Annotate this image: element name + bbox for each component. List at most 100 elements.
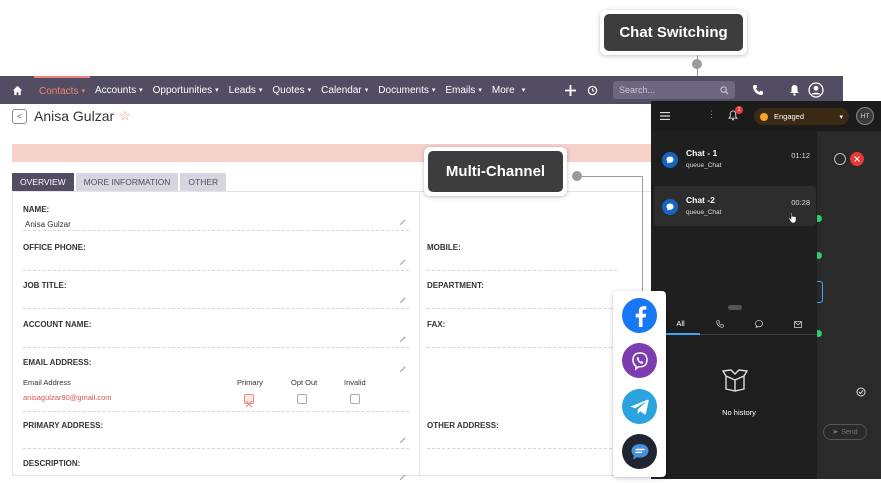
pencil-icon[interactable] xyxy=(399,296,407,304)
nav-item-accounts[interactable]: Accounts ▾ xyxy=(90,76,148,104)
pencil-icon[interactable] xyxy=(399,218,407,226)
email-label: EMAIL ADDRESS: xyxy=(23,358,92,367)
chat-toolbar: ⋮ 1 Engaged ▾ HT xyxy=(651,101,881,131)
nav-item-documents[interactable]: Documents ▾ xyxy=(373,76,440,104)
primary-column-label: Primary xyxy=(237,378,263,387)
pencil-icon[interactable] xyxy=(399,335,407,343)
splitter-handle[interactable] xyxy=(728,305,742,310)
email-field: EMAIL ADDRESS: Email Address Primary Opt… xyxy=(23,358,409,412)
phone-icon xyxy=(715,320,724,328)
fax-field: FAX: xyxy=(427,320,617,348)
pencil-icon[interactable] xyxy=(399,365,407,373)
page-title: Anisa Gulzar xyxy=(34,108,115,124)
history-tab-phone[interactable] xyxy=(700,313,739,335)
chat-queue: queue_Chat xyxy=(686,209,722,216)
email-value-link[interactable]: anisagulzar90@gmail.com xyxy=(23,393,112,402)
home-icon[interactable] xyxy=(0,76,34,104)
history-tab-chat[interactable] xyxy=(739,313,778,335)
account-name-field: ACCOUNT NAME: xyxy=(23,320,409,348)
chevron-down-icon: ▾ xyxy=(521,87,526,94)
nav-item-contacts[interactable]: Contacts ▾ xyxy=(34,76,90,104)
pencil-icon[interactable] xyxy=(399,436,407,444)
chevron-down-icon: ▾ xyxy=(478,87,482,94)
history-tabs: All xyxy=(661,313,817,335)
multi-channel-label: Multi-Channel xyxy=(428,151,563,192)
search-input[interactable]: Search... xyxy=(613,81,735,99)
facebook-icon[interactable] xyxy=(622,298,657,333)
telegram-icon[interactable] xyxy=(622,389,657,424)
chat-bubble-icon xyxy=(662,152,678,168)
history-tab-all[interactable]: All xyxy=(661,313,700,335)
multi-channel-dot xyxy=(572,171,582,181)
send-button[interactable]: ➤ Send xyxy=(823,424,867,440)
invalid-checkbox[interactable] xyxy=(350,394,360,404)
back-button[interactable]: < xyxy=(12,108,27,124)
pencil-icon[interactable] xyxy=(399,258,407,266)
primary-address-field: PRIMARY ADDRESS: xyxy=(23,421,409,449)
agent-avatar[interactable]: HT xyxy=(856,107,874,125)
group-icon[interactable] xyxy=(834,153,846,165)
check-circle-icon[interactable] xyxy=(856,387,866,397)
account-name-label: ACCOUNT NAME: xyxy=(23,320,92,329)
chat-icon xyxy=(754,320,763,328)
mail-icon xyxy=(793,320,802,328)
chevron-down-icon: ▾ xyxy=(307,87,312,94)
tab-more-information[interactable]: MORE INFORMATION xyxy=(75,173,179,191)
bell-icon[interactable] xyxy=(783,84,805,96)
status-dropdown[interactable]: Engaged ▾ xyxy=(754,108,849,125)
send-icon: ➤ xyxy=(832,429,839,436)
description-label: DESCRIPTION: xyxy=(23,459,81,468)
menu-icon[interactable] xyxy=(660,112,670,120)
chevron-down-icon: ▾ xyxy=(839,113,843,121)
status-clock-icon xyxy=(760,112,768,121)
close-chat-button[interactable] xyxy=(850,152,864,166)
chevron-down-icon: ▾ xyxy=(81,88,85,95)
nav-item-more[interactable]: More ▾ xyxy=(487,76,530,104)
chat-panel: ⋮ 1 Engaged ▾ HT Chat - 1 queue_Chat 01:… xyxy=(651,101,881,479)
invalid-column-label: Invalid xyxy=(344,378,366,387)
close-icon xyxy=(854,156,860,162)
tab-other[interactable]: OTHER xyxy=(180,173,227,191)
record-tabs: OVERVIEW MORE INFORMATION OTHER xyxy=(12,173,228,191)
other-address-label: OTHER ADDRESS: xyxy=(427,421,499,430)
viber-icon[interactable] xyxy=(622,343,657,378)
chat-list-item[interactable]: Chat - 1 queue_Chat 01:12 xyxy=(654,139,816,179)
sms-chat-icon[interactable] xyxy=(622,434,657,469)
other-address-field: OTHER ADDRESS: xyxy=(427,421,617,449)
x-icon xyxy=(245,400,253,408)
star-icon[interactable]: ☆ xyxy=(119,108,131,124)
nav-item-quotes[interactable]: Quotes ▾ xyxy=(267,76,316,104)
record-header: < Anisa Gulzar ☆ xyxy=(12,108,131,124)
history-icon[interactable] xyxy=(581,85,603,96)
nav-item-opportunities[interactable]: Opportunities ▾ xyxy=(148,76,224,104)
nav-item-leads[interactable]: Leads ▾ xyxy=(224,76,268,104)
phone-icon[interactable] xyxy=(747,84,769,96)
primary-address-label: PRIMARY ADDRESS: xyxy=(23,421,104,430)
nav-item-calendar[interactable]: Calendar ▾ xyxy=(316,76,373,104)
plus-icon[interactable] xyxy=(559,84,581,96)
name-value: Anisa Gulzar xyxy=(25,220,71,229)
primary-checkbox[interactable] xyxy=(244,394,254,408)
multi-channel-connector-v xyxy=(642,176,643,292)
multi-channel-connector-h xyxy=(577,176,643,177)
name-label: NAME: xyxy=(23,205,50,214)
email-address-sublabel: Email Address xyxy=(23,378,71,387)
top-navbar: Contacts ▾ Accounts ▾ Opportunities ▾ Leads… xyxy=(0,76,843,104)
nav-right-tools: Search... xyxy=(559,76,843,104)
more-vertical-icon[interactable]: ⋮ xyxy=(707,109,716,120)
opt-out-checkbox[interactable] xyxy=(297,394,307,404)
tab-overview[interactable]: OVERVIEW xyxy=(12,173,74,191)
office-phone-label: OFFICE PHONE: xyxy=(23,243,86,252)
job-title-label: JOB TITLE: xyxy=(23,281,67,290)
nav-item-emails[interactable]: Emails ▾ xyxy=(440,76,487,104)
search-icon xyxy=(720,85,729,95)
user-avatar-icon[interactable] xyxy=(805,82,827,98)
department-label: DEPARTMENT: xyxy=(427,281,484,290)
pencil-icon[interactable] xyxy=(399,473,407,481)
description-field: DESCRIPTION: xyxy=(23,459,409,481)
column-divider xyxy=(419,192,420,477)
chevron-down-icon: ▾ xyxy=(139,87,143,94)
chat-list-item-selected[interactable]: Chat -2 queue_Chat 00:28 xyxy=(654,186,816,226)
department-field: DEPARTMENT: xyxy=(427,281,617,309)
history-tab-email[interactable] xyxy=(778,313,817,335)
